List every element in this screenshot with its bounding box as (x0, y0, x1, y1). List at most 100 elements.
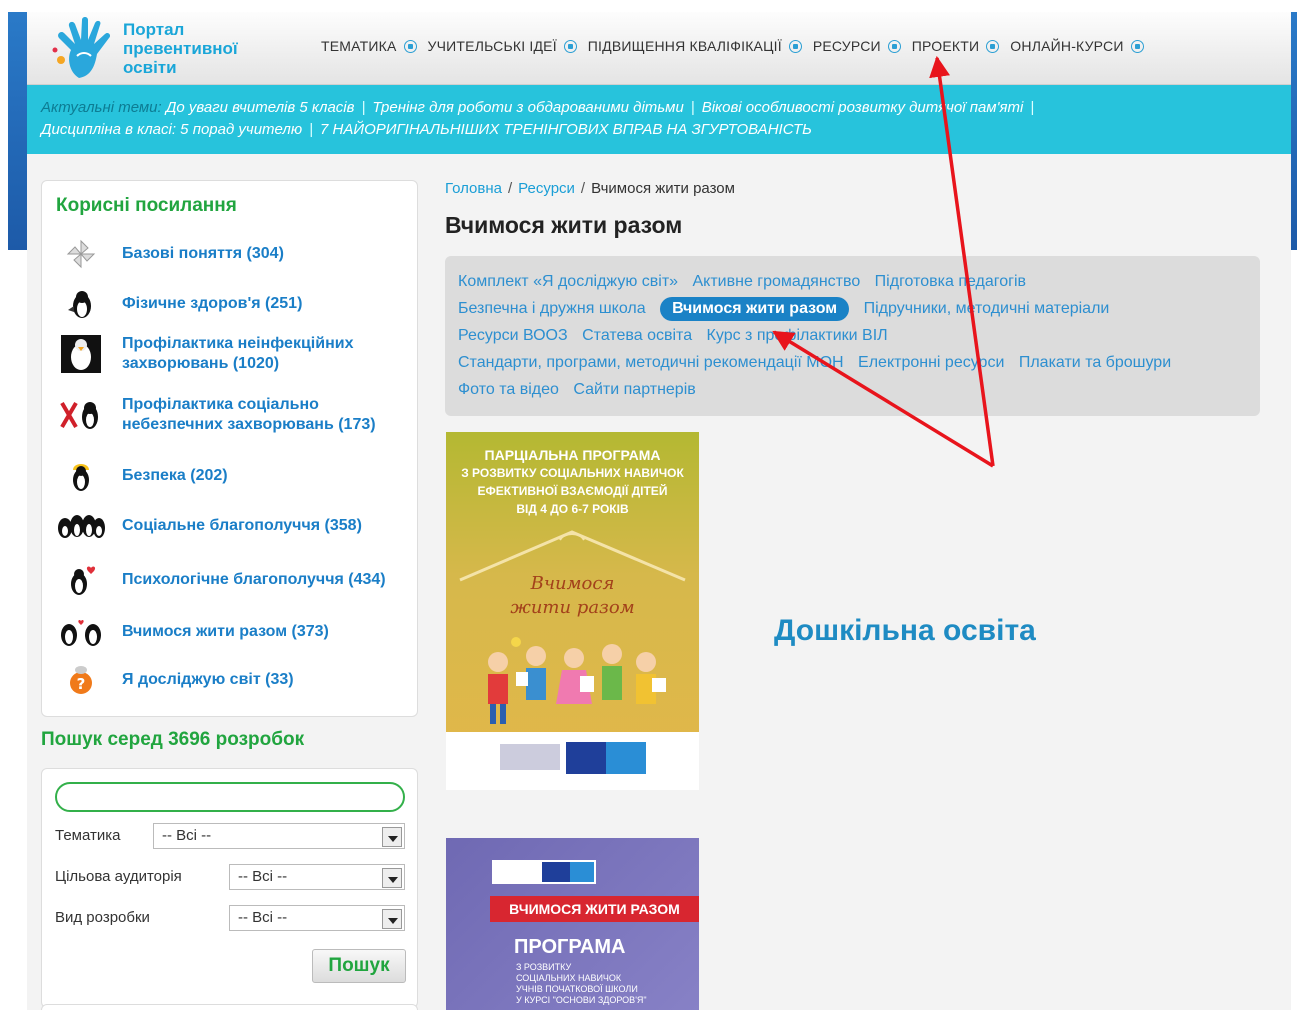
eu-flag-logo (542, 862, 570, 882)
cover-program-title: ПРОГРАМА (514, 936, 626, 958)
logo-line: освіти (123, 58, 177, 77)
ticker-link[interactable]: 7 НАЙОРИГІНАЛЬНІШИХ ТРЕНІНГОВИХ ВПРАВ НА… (320, 121, 812, 138)
breadcrumb: Головна / Ресурси / Вчимося жити разом (445, 180, 735, 197)
filter-type-select[interactable]: -- Всі -- (229, 905, 405, 931)
sidebar-link-label: Профілактика соціально небезпечних захво… (122, 396, 376, 433)
nav-item-resources[interactable]: РЕСУРСИ (813, 38, 901, 54)
sidebar-link-noninfectious[interactable]: Профілактика неінфекційних захворювань (… (56, 329, 406, 379)
useful-links-list: Базові поняття (304) Фізичне здоров'я (2… (56, 229, 406, 705)
category-tag[interactable]: Підручники, методичні матеріали (864, 295, 1110, 322)
sidebar-link-label: Безпека (202) (122, 467, 228, 484)
book-cover-primary[interactable]: ВЧИМОСЯ ЖИТИ РАЗОМ ПРОГРАМА З РОЗВИТКУ С… (446, 838, 699, 1010)
category-tag[interactable]: Безпечна і дружня школа (458, 295, 646, 322)
expand-icon[interactable] (788, 39, 802, 53)
ticker-link[interactable]: До уваги вчителів 5 класів (166, 99, 355, 116)
nav-item-online-courses[interactable]: ОНЛАЙН-КУРСИ (1010, 38, 1144, 54)
cover-line: З РОЗВИТКУ СОЦІАЛЬНИХ НАВИЧОК (461, 466, 684, 480)
category-tag[interactable]: Фото та відео (458, 376, 559, 403)
category-tag[interactable]: Курс з профілактики ВІЛ (707, 322, 888, 349)
expand-icon[interactable] (986, 39, 1000, 53)
page-container: Портал превентивної освіти ТЕМАТИКА УЧИТ… (27, 12, 1291, 1010)
search-button[interactable]: Пошук (312, 949, 406, 983)
nav-label: ТЕМАТИКА (321, 38, 397, 54)
penguin-icon (56, 284, 106, 324)
nav-item-qualification[interactable]: ПІДВИЩЕННЯ КВАЛІФІКАЦІЇ (588, 38, 802, 54)
penguin-pair-icon (56, 612, 106, 652)
filter-audience-select[interactable]: -- Всі -- (229, 864, 405, 890)
hand-logo-icon (52, 17, 111, 78)
preschool-education-heading[interactable]: Дошкільна освіта (774, 614, 1036, 648)
sidebar-link-safety[interactable]: Безпека (202) (56, 451, 406, 501)
cover-sub-line: З РОЗВИТКУ (516, 962, 572, 972)
search-panel: Тематика -- Всі -- Цільова аудиторія -- … (41, 768, 418, 1008)
breadcrumb-resources[interactable]: Ресурси (518, 180, 575, 197)
category-tag-active[interactable]: Вчимося жити разом (660, 297, 850, 321)
sidebar-link-social-diseases[interactable]: Профілактика соціально небезпечних захво… (56, 379, 406, 451)
page-title: Вчимося жити разом (445, 212, 683, 238)
sidebar-link-label: Базові поняття (304) (122, 245, 284, 262)
sidebar-link-label: Вчимося жити разом (373) (122, 623, 329, 640)
penguin-helmet-icon (56, 456, 106, 496)
sidebar-link-psychological[interactable]: Психологічне благополуччя (434) (56, 551, 406, 609)
unicef-logo (570, 862, 594, 882)
nav-label: ПРОЕКТИ (911, 38, 980, 54)
filter-topic-select[interactable]: -- Всі -- (153, 823, 405, 849)
category-tag[interactable]: Стандарти, програми, методичні рекоменда… (458, 349, 844, 376)
nav-item-teacher-ideas[interactable]: УЧИТЕЛЬСЬКІ ІДЕЇ (428, 38, 577, 54)
search-input[interactable] (55, 782, 405, 812)
category-tag[interactable]: Сайти партнерів (573, 376, 695, 403)
sidebar-link-social-wellbeing[interactable]: Соціальне благополуччя (358) (56, 501, 406, 551)
ticker-link[interactable]: Вікові особливості розвитку дитячої пам'… (702, 99, 1024, 116)
sidebar-link-basics[interactable]: Базові поняття (304) (56, 229, 406, 279)
logo-text: Портал превентивної освіти (123, 20, 238, 77)
category-tag[interactable]: Активне громадянство (693, 268, 861, 295)
expand-icon[interactable] (887, 39, 901, 53)
sidebar-link-live-together[interactable]: Вчимося жити разом (373) (56, 609, 406, 655)
cover-line: ПАРЦІАЛЬНА ПРОГРАМА (484, 447, 661, 463)
sidebar-link-physical-health[interactable]: Фізичне здоров'я (251) (56, 279, 406, 329)
chevron-down-icon[interactable] (382, 909, 402, 929)
cover-title-band: ВЧИМОСЯ ЖИТИ РАЗОМ (490, 896, 699, 922)
chevron-down-icon[interactable] (382, 827, 402, 847)
sidebar-link-label: Фізичне здоров'я (251) (122, 295, 303, 312)
nav-item-projects[interactable]: ПРОЕКТИ (912, 38, 1000, 54)
question-globe-icon: ? (56, 660, 106, 700)
ticker-link[interactable]: Тренінг для роботи з обдарованими дітьми (372, 99, 683, 116)
useful-links-panel: Корисні посилання Базові поняття (304) Ф… (41, 180, 418, 717)
filter-label: Вид розробки (55, 909, 150, 926)
book-cover-preschool[interactable]: ПАРЦІАЛЬНА ПРОГРАМА З РОЗВИТКУ СОЦІАЛЬНИ… (446, 432, 699, 790)
expand-icon[interactable] (403, 39, 417, 53)
category-tag[interactable]: Статева освіта (582, 322, 692, 349)
next-panel-edge (41, 1004, 418, 1010)
nav-item-tematyka[interactable]: ТЕМАТИКА (321, 38, 417, 54)
breadcrumb-home[interactable]: Головна (445, 180, 502, 197)
search-title: Пошук серед 3696 розробок (41, 729, 305, 750)
cover-script-line: Вчимося (530, 573, 615, 594)
svg-text:?: ? (77, 675, 86, 693)
ticker-label: Актуальні теми: (41, 99, 162, 116)
sidebar-link-label: Соціальне благополуччя (358) (122, 517, 362, 534)
sidebar-link-label: Психологічне благополуччя (434) (122, 571, 386, 588)
sidebar-link-explore-world[interactable]: ? Я досліджую світ (33) (56, 655, 406, 705)
category-tag[interactable]: Плакати та брошури (1019, 349, 1171, 376)
nav-label: ПІДВИЩЕННЯ КВАЛІФІКАЦІЇ (587, 38, 782, 54)
category-tag[interactable]: Ресурси ВООЗ (458, 322, 568, 349)
chevron-down-icon[interactable] (382, 868, 402, 888)
category-tag[interactable]: Електронні ресурси (858, 349, 1004, 376)
pinwheel-icon (56, 234, 106, 274)
unicef-logo (606, 742, 646, 774)
category-tag[interactable]: Комплект «Я досліджую світ» (458, 268, 678, 295)
logo-line: превентивної (123, 39, 238, 58)
ministry-logo (500, 744, 560, 770)
site-logo[interactable]: Портал превентивної освіти (51, 16, 291, 82)
expand-icon[interactable] (563, 39, 577, 53)
children-illustration (488, 637, 666, 724)
category-tag[interactable]: Підготовка педагогів (875, 268, 1026, 295)
cover-sub-line: У КУРСІ "ОСНОВИ ЗДОРОВ'Я" (516, 995, 647, 1005)
cover-text: ПАРЦІАЛЬНА ПРОГРАМА З РОЗВИТКУ СОЦІАЛЬНИ… (446, 446, 699, 518)
breadcrumb-current: Вчимося жити разом (591, 180, 735, 197)
cover-script-line: жити разом (510, 597, 635, 618)
ticker-link[interactable]: Дисципліна в класі: 5 порад учителю (41, 121, 302, 138)
cover-sub-line: СОЦІАЛЬНИХ НАВИЧОК (516, 973, 622, 983)
expand-icon[interactable] (1130, 39, 1144, 53)
